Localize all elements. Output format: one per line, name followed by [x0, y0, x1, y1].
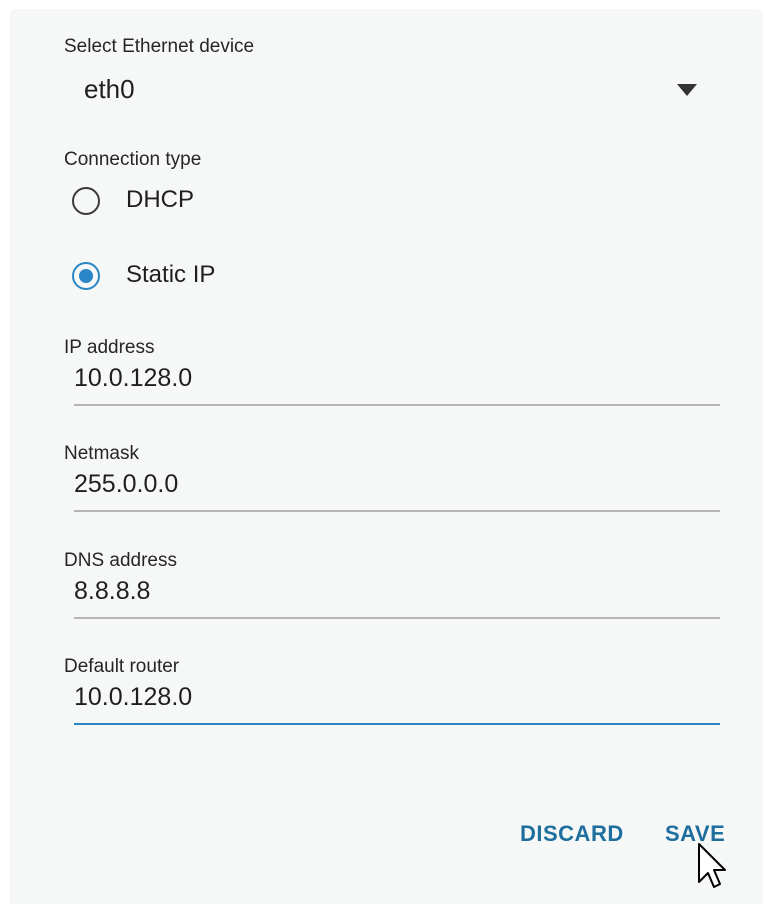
radio-dhcp-circle[interactable] [72, 187, 100, 215]
radio-static-ip[interactable]: Static IP [72, 258, 372, 298]
dns-address-field: DNS address [64, 550, 720, 640]
dns-address-label: DNS address [64, 550, 177, 571]
default-router-input[interactable] [74, 680, 718, 714]
netmask-field: Netmask [64, 443, 720, 533]
ethernet-device-label: Select Ethernet device [64, 36, 255, 57]
ip-address-field: IP address [64, 337, 720, 427]
radio-selected-dot [78, 268, 93, 283]
radio-dhcp[interactable]: DHCP [72, 183, 372, 223]
ip-address-input[interactable] [74, 361, 718, 395]
dns-address-underline [74, 617, 720, 619]
netmask-input[interactable] [74, 467, 718, 501]
ethernet-device-value: eth0 [84, 74, 135, 104]
dropdown-arrow-icon[interactable] [677, 84, 697, 96]
default-router-label: Default router [64, 656, 180, 677]
default-router-underline [74, 723, 720, 725]
ethernet-settings-dialog: Select Ethernet device eth0 Connection t… [10, 9, 763, 904]
radio-static-ip-label[interactable]: Static IP [126, 261, 215, 289]
dns-address-input[interactable] [74, 574, 718, 608]
ethernet-device-select[interactable]: eth0 [64, 67, 724, 111]
mouse-pointer-icon [698, 843, 726, 888]
discard-button[interactable]: DISCARD [520, 821, 624, 847]
radio-dhcp-label[interactable]: DHCP [126, 186, 194, 214]
connection-type-label: Connection type [64, 149, 202, 170]
radio-static-ip-circle[interactable] [72, 262, 100, 290]
ip-address-underline [74, 404, 720, 406]
default-router-field: Default router [64, 656, 720, 746]
netmask-underline [74, 510, 720, 512]
netmask-label: Netmask [64, 443, 139, 464]
ip-address-label: IP address [64, 337, 155, 358]
